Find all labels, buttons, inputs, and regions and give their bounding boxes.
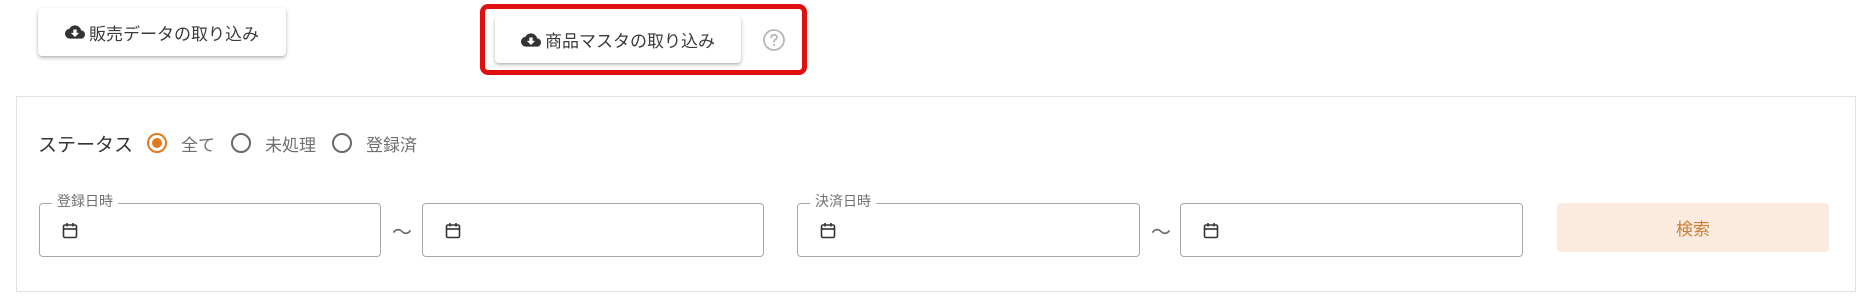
status-filter: ステータス 全て 未処理 登録済 (38, 128, 433, 158)
help-circle-icon[interactable] (762, 28, 786, 52)
payment-date-to-field[interactable] (1180, 203, 1523, 257)
cloud-download-icon (65, 25, 85, 39)
status-option-label: 全て (181, 135, 216, 156)
radio-unselected-icon (332, 133, 353, 153)
status-option-label: 未処理 (265, 135, 317, 156)
radio-selected-icon (147, 133, 168, 153)
cloud-download-icon (521, 32, 541, 47)
sales-data-import-button[interactable]: 販売データの取り込み (38, 8, 286, 56)
status-radio-registered[interactable]: 登録済 (332, 131, 417, 156)
date-range-separator: ～ (392, 220, 412, 244)
status-label: ステータス (38, 133, 134, 156)
import-page: 販売データの取り込み 商品マスタの取り込み ステータス 全て 未処理 登録済 登… (0, 0, 1863, 300)
date-range-separator: ～ (1151, 220, 1171, 244)
search-filter-panel (16, 96, 1856, 292)
product-master-import-button[interactable]: 商品マスタの取り込み (495, 16, 741, 63)
registered-date-legend: 登録日時 (52, 193, 118, 211)
status-radio-unprocessed[interactable]: 未処理 (231, 131, 316, 156)
calendar-icon (62, 223, 78, 239)
calendar-icon (820, 223, 836, 239)
registered-date-from-field[interactable]: 登録日時 (39, 193, 381, 257)
payment-date-legend: 決済日時 (810, 193, 876, 211)
search-button[interactable]: 検索 (1557, 203, 1829, 252)
sales-data-import-label: 販売データの取り込み (89, 24, 259, 45)
calendar-icon (1203, 223, 1219, 239)
product-master-import-label: 商品マスタの取り込み (545, 32, 715, 52)
registered-date-to-field[interactable] (422, 203, 764, 257)
radio-unselected-icon (231, 133, 252, 153)
payment-date-from-field[interactable]: 決済日時 (797, 193, 1140, 257)
status-option-label: 登録済 (366, 135, 418, 156)
calendar-icon (445, 223, 461, 239)
status-radio-all[interactable]: 全て (147, 131, 215, 156)
